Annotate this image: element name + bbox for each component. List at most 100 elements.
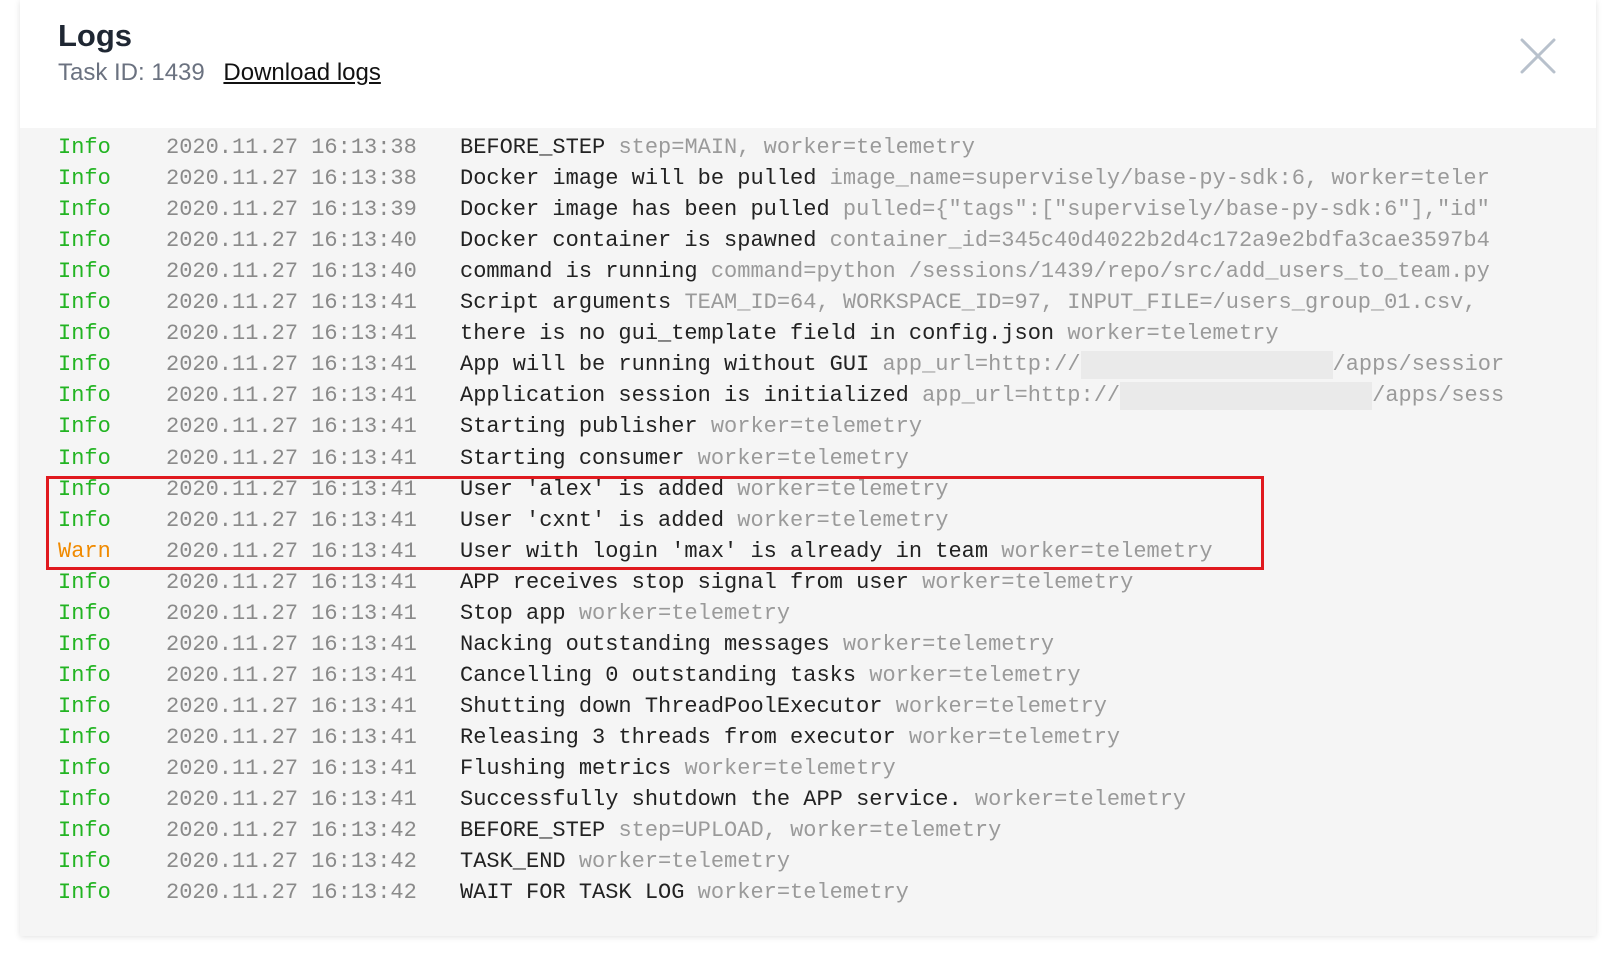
log-timestamp: 2020.11.27 16:13:41 bbox=[166, 321, 417, 347]
redacted-block bbox=[1120, 381, 1373, 410]
log-message-line: APP receives stop signal from user worke… bbox=[460, 567, 1133, 599]
log-params: pulled={"tags":["supervisely/base-py-sdk… bbox=[842, 197, 1490, 223]
close-icon bbox=[1520, 38, 1556, 74]
log-params: worker=telemetry bbox=[1001, 538, 1213, 564]
log-params: worker=telemetry bbox=[869, 662, 1081, 688]
log-level: Info bbox=[58, 693, 111, 719]
log-message: Application session is initialized bbox=[460, 383, 909, 409]
log-row: Info 2020.11.27 16:13:41 Application sessi… bbox=[20, 380, 1596, 412]
log-message-line: User 'alex' is added worker=telemetry bbox=[460, 474, 948, 506]
log-timestamp: 2020.11.27 16:13:39 bbox=[166, 197, 417, 223]
log-row: Warn 2020.11.27 16:13:41 User with login '… bbox=[20, 536, 1596, 568]
log-timestamp: 2020.11.27 16:13:42 bbox=[166, 818, 417, 844]
log-timestamp: 2020.11.27 16:13:41 bbox=[166, 631, 417, 657]
log-message: Docker image will be pulled bbox=[460, 166, 817, 192]
log-level: Info bbox=[58, 197, 111, 223]
log-row: Info 2020.11.27 16:13:41 Stop app worker=t… bbox=[20, 598, 1596, 630]
log-timestamp: 2020.11.27 16:13:41 bbox=[166, 507, 417, 533]
log-message-line: Releasing 3 threads from executor worker… bbox=[460, 722, 1120, 754]
log-params: command=python /sessions/1439/repo/src/a… bbox=[710, 259, 1490, 285]
log-timestamp: 2020.11.27 16:13:38 bbox=[166, 166, 417, 192]
log-message-line: Docker image has been pulled pulled={"ta… bbox=[460, 194, 1490, 226]
log-message: TASK_END bbox=[460, 849, 566, 875]
log-message: Script arguments bbox=[460, 290, 672, 316]
close-button[interactable] bbox=[1518, 36, 1558, 76]
page-title: Logs bbox=[58, 18, 133, 53]
log-row: Info 2020.11.27 16:13:41 Starting consumer… bbox=[20, 443, 1596, 475]
log-row: Info 2020.11.27 16:13:41 Shutting down Thr… bbox=[20, 691, 1596, 723]
log-message-line: App will be running without GUI app_url=… bbox=[460, 349, 1504, 381]
log-message-line: Nacking outstanding messages worker=tele… bbox=[460, 629, 1054, 661]
log-params: step=UPLOAD, worker=telemetry bbox=[618, 818, 1002, 844]
log-message: command is running bbox=[460, 259, 698, 285]
log-params: worker=telemetry bbox=[737, 476, 949, 502]
log-row: Info 2020.11.27 16:13:39 Docker image has … bbox=[20, 194, 1596, 226]
logs-modal: Logs Task ID: 1439 Download logs Info 202… bbox=[20, 0, 1596, 936]
log-message-line: there is no gui_template field in config… bbox=[460, 318, 1279, 350]
log-row: Info 2020.11.27 16:13:38 Docker image will… bbox=[20, 163, 1596, 195]
log-timestamp: 2020.11.27 16:13:40 bbox=[166, 228, 417, 254]
log-row: Info 2020.11.27 16:13:38 BEFORE_STEP step=… bbox=[20, 132, 1596, 164]
log-message-line: Docker image will be pulled image_name=s… bbox=[460, 163, 1490, 195]
log-params: app_url=http:// bbox=[882, 352, 1081, 378]
log-level: Info bbox=[58, 228, 111, 254]
log-message-line: Starting consumer worker=telemetry bbox=[460, 443, 909, 475]
log-timestamp: 2020.11.27 16:13:42 bbox=[166, 880, 417, 906]
log-level: Info bbox=[58, 414, 111, 440]
log-message-line: Docker container is spawned container_id… bbox=[460, 225, 1490, 257]
log-level: Info bbox=[58, 259, 111, 285]
log-params: worker=telemetry bbox=[697, 445, 909, 471]
redacted-block bbox=[1080, 350, 1333, 379]
log-timestamp: 2020.11.27 16:13:41 bbox=[166, 693, 417, 719]
log-timestamp: 2020.11.27 16:13:41 bbox=[166, 662, 417, 688]
log-level: Info bbox=[58, 383, 111, 409]
log-message: BEFORE_STEP bbox=[460, 818, 606, 844]
log-level: Info bbox=[58, 600, 111, 626]
log-message-line: Shutting down ThreadPoolExecutor worker=… bbox=[460, 691, 1107, 723]
log-timestamp: 2020.11.27 16:13:41 bbox=[166, 290, 417, 316]
log-message: WAIT FOR TASK LOG bbox=[460, 880, 685, 906]
log-params: TEAM_ID=64, WORKSPACE_ID=97, INPUT_FILE=… bbox=[684, 290, 1477, 316]
log-level: Info bbox=[58, 662, 111, 688]
log-message: Starting consumer bbox=[460, 445, 685, 471]
log-params-after: /apps/sessior bbox=[1332, 352, 1505, 378]
log-timestamp: 2020.11.27 16:13:41 bbox=[166, 352, 417, 378]
log-message-line: TASK_END worker=telemetry bbox=[460, 846, 790, 878]
log-message-line: command is running command=python /sessi… bbox=[460, 256, 1490, 288]
log-row: Info 2020.11.27 16:13:40 Docker container … bbox=[20, 225, 1596, 257]
log-level: Info bbox=[58, 569, 111, 595]
log-message: App will be running without GUI bbox=[460, 352, 870, 378]
log-message: Docker image has been pulled bbox=[460, 197, 830, 223]
download-logs-link[interactable]: Download logs bbox=[223, 59, 380, 86]
log-timestamp: 2020.11.27 16:13:40 bbox=[166, 259, 417, 285]
log-row: Info 2020.11.27 16:13:41 Script arguments … bbox=[20, 287, 1596, 319]
log-message: there is no gui_template field in config… bbox=[460, 321, 1055, 347]
log-message: Cancelling 0 outstanding tasks bbox=[460, 662, 857, 688]
log-message-line: Stop app worker=telemetry bbox=[460, 598, 790, 630]
log-row: Info 2020.11.27 16:13:42 BEFORE_STEP step=… bbox=[20, 815, 1596, 847]
log-level: Info bbox=[58, 476, 111, 502]
log-timestamp: 2020.11.27 16:13:41 bbox=[166, 600, 417, 626]
log-level: Warn bbox=[58, 538, 111, 564]
log-level: Info bbox=[58, 756, 111, 781]
log-params: container_id=345c40d4022b2d4c172a9e2bdfa… bbox=[829, 228, 1490, 254]
log-message-line: User 'cxnt' is added worker=telemetry bbox=[460, 505, 948, 537]
log-message-line: Script arguments TEAM_ID=64, WORKSPACE_I… bbox=[460, 287, 1477, 319]
task-id-label: Task ID: 1439 bbox=[58, 59, 205, 86]
task-info: Task ID: 1439 Download logs bbox=[58, 58, 381, 88]
log-level: Info bbox=[58, 787, 111, 813]
log-timestamp: 2020.11.27 16:13:42 bbox=[166, 849, 417, 875]
log-message: User 'alex' is added bbox=[460, 476, 725, 502]
log-level: Info bbox=[58, 135, 111, 160]
log-message: APP receives stop signal from user bbox=[460, 569, 909, 595]
log-row: Info 2020.11.27 16:13:41 APP receives stop… bbox=[20, 567, 1596, 599]
log-params-after: /apps/sess bbox=[1372, 383, 1505, 409]
log-level: Info bbox=[58, 290, 111, 316]
log-params: worker=telemetry bbox=[710, 414, 923, 440]
log-viewer[interactable]: Info 2020.11.27 16:13:38 BEFORE_STEP step=… bbox=[20, 128, 1596, 936]
log-message-line: BEFORE_STEP step=UPLOAD, worker=telemetr… bbox=[460, 815, 1001, 847]
log-message: BEFORE_STEP bbox=[460, 135, 606, 160]
log-row: Info 2020.11.27 16:13:41 Successfully shut… bbox=[20, 784, 1596, 816]
log-timestamp: 2020.11.27 16:13:41 bbox=[166, 414, 417, 440]
log-row: Info 2020.11.27 16:13:41 Flushing metrics … bbox=[20, 753, 1596, 785]
